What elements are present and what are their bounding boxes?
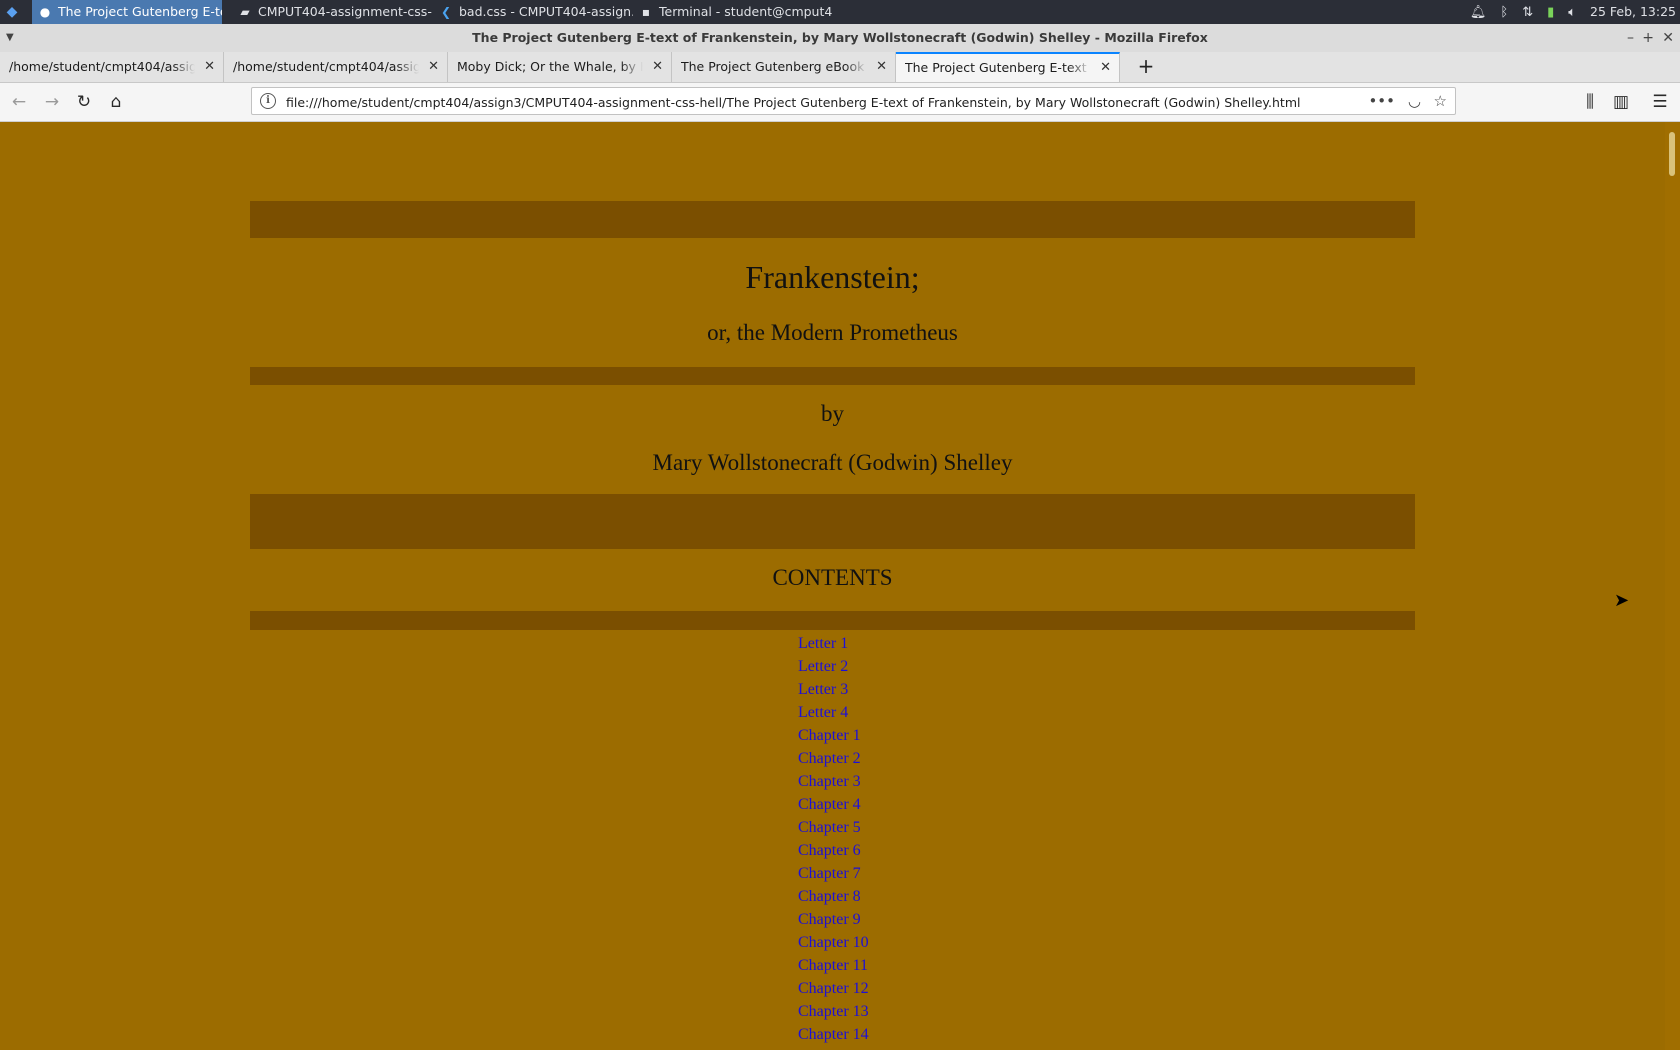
minimize-icon[interactable]: –: [1627, 24, 1634, 52]
toc-link-chapter-6[interactable]: Chapter 6: [798, 842, 861, 859]
bell-icon[interactable]: 🔔︎: [1470, 1, 1487, 25]
toc-item: Chapter 9: [798, 908, 869, 931]
toc-link-chapter-11[interactable]: Chapter 11: [798, 957, 868, 974]
contents-heading: CONTENTS: [772, 565, 893, 590]
toc-link-chapter-7[interactable]: Chapter 7: [798, 865, 861, 882]
pocket-icon[interactable]: ◡: [1408, 90, 1421, 112]
taskbar-item-firefox[interactable]: ●The Project Gutenberg E-text...: [32, 0, 222, 24]
byline: by: [821, 401, 844, 426]
toc-item: Chapter 11: [798, 954, 869, 977]
toc-item: Chapter 6: [798, 839, 869, 862]
toc-item: Letter 4: [798, 701, 869, 724]
url-bar[interactable]: i ••• ◡ ☆: [251, 87, 1456, 115]
toc-item: Chapter 3: [798, 770, 869, 793]
toc-link-chapter-8[interactable]: Chapter 8: [798, 888, 861, 905]
scrollbar-thumb[interactable]: [1669, 132, 1675, 176]
volume-icon[interactable]: 🔈︎: [1568, 1, 1576, 25]
tab-moby-dick[interactable]: Moby Dick; Or the Whale, by Herman ✕: [448, 52, 672, 82]
toc-item: Letter 1: [798, 632, 869, 655]
bluetooth-icon[interactable]: ᛒ: [1500, 1, 1508, 25]
clock[interactable]: 25 Feb, 13:25: [1590, 0, 1676, 24]
toc-link-letter-2[interactable]: Letter 2: [798, 658, 848, 675]
system-tray: 🔔︎ ᛒ ⇅ ▮ 🔈︎ 25 Feb, 13:25: [1460, 0, 1680, 24]
navigation-toolbar: ← → ↻ ⌂ i ••• ◡ ☆ ⫼ ▥ ☰: [0, 83, 1680, 122]
toc-item: Letter 2: [798, 655, 869, 678]
horizontal-rule: [250, 367, 1415, 385]
toc-link-letter-1[interactable]: Letter 1: [798, 635, 848, 652]
new-tab-button[interactable]: +: [1132, 52, 1160, 82]
window-titlebar: ▼ The Project Gutenberg E-text of Franke…: [0, 24, 1680, 52]
reload-button[interactable]: ↻: [72, 90, 96, 114]
tab-frankenstein[interactable]: The Project Gutenberg E-text of F ✕: [896, 52, 1120, 82]
toc-link-chapter-2[interactable]: Chapter 2: [798, 750, 861, 767]
folder-icon: ▰: [240, 5, 250, 19]
toc-link-chapter-1[interactable]: Chapter 1: [798, 727, 861, 744]
vscode-icon: ❮: [440, 5, 452, 19]
taskbar-item-file-manager[interactable]: ▰ CMPUT404-assignment-css-...: [232, 0, 432, 24]
url-input[interactable]: [284, 91, 1328, 113]
app-menu-icon[interactable]: ◆: [4, 4, 20, 20]
toc-item: Chapter 13: [798, 1000, 869, 1023]
toc-link-chapter-3[interactable]: Chapter 3: [798, 773, 861, 790]
toc-link-chapter-4[interactable]: Chapter 4: [798, 796, 861, 813]
toc-item: Chapter 1: [798, 724, 869, 747]
toc-link-chapter-5[interactable]: Chapter 5: [798, 819, 861, 836]
close-tab-icon[interactable]: ✕: [652, 52, 663, 82]
taskbar-item-vscode[interactable]: ❮ bad.css - CMPUT404-assign...: [433, 0, 633, 24]
toc-link-chapter-13[interactable]: Chapter 13: [798, 1003, 869, 1020]
horizontal-rule: [250, 611, 1415, 630]
toc-item: Chapter 14: [798, 1023, 869, 1046]
toc-item: Chapter 4: [798, 793, 869, 816]
taskbar-item-terminal[interactable]: ▪ Terminal - student@cmput40...: [633, 0, 833, 24]
close-tab-icon[interactable]: ✕: [876, 52, 887, 82]
tab-assign3-dir-1[interactable]: /home/student/cmpt404/assign3/ ✕: [0, 52, 224, 82]
terminal-icon: ▪: [641, 5, 651, 19]
firefox-icon: ●: [39, 5, 51, 19]
forward-button[interactable]: →: [40, 90, 64, 114]
close-tab-icon[interactable]: ✕: [428, 52, 439, 82]
book-title: Frankenstein;: [745, 259, 920, 295]
toc-link-chapter-9[interactable]: Chapter 9: [798, 911, 861, 928]
horizontal-rule: [250, 201, 1415, 238]
network-icon[interactable]: ⇅: [1522, 1, 1533, 25]
close-window-icon[interactable]: ✕: [1662, 24, 1674, 52]
toc-link-chapter-10[interactable]: Chapter 10: [798, 934, 869, 951]
battery-icon[interactable]: ▮: [1547, 1, 1554, 25]
page-actions-icon[interactable]: •••: [1368, 90, 1395, 112]
toc-item: Chapter 7: [798, 862, 869, 885]
hamburger-menu-icon[interactable]: ☰: [1648, 90, 1672, 114]
close-tab-icon[interactable]: ✕: [204, 52, 215, 82]
toc-item: Chapter 12: [798, 977, 869, 1000]
table-of-contents: Letter 1 Letter 2 Letter 3 Letter 4 Chap…: [798, 632, 869, 1046]
page-viewport: Frankenstein; or, the Modern Prometheus …: [0, 122, 1665, 1050]
tab-assign3-dir-2[interactable]: /home/student/cmpt404/assign3/ ✕: [224, 52, 448, 82]
close-tab-icon[interactable]: ✕: [1100, 54, 1111, 81]
toc-item: Chapter 5: [798, 816, 869, 839]
tab-gutenberg-ebook[interactable]: The Project Gutenberg eBook of D ✕: [672, 52, 896, 82]
book-author: Mary Wollstonecraft (Godwin) Shelley: [652, 450, 1013, 475]
toc-item: Chapter 2: [798, 747, 869, 770]
book-subtitle: or, the Modern Prometheus: [707, 320, 958, 345]
toc-item: Chapter 10: [798, 931, 869, 954]
page-scrollbar[interactable]: [1665, 122, 1680, 1050]
tab-strip: /home/student/cmpt404/assign3/ ✕ /home/s…: [0, 52, 1680, 83]
sidebar-icon[interactable]: ▥: [1609, 90, 1633, 114]
library-icon[interactable]: ⫼: [1578, 90, 1602, 114]
horizontal-rule: [250, 494, 1415, 549]
toc-item: Letter 3: [798, 678, 869, 701]
site-info-icon[interactable]: i: [260, 93, 276, 109]
toc-link-chapter-12[interactable]: Chapter 12: [798, 980, 869, 997]
toc-link-chapter-14[interactable]: Chapter 14: [798, 1026, 869, 1043]
toc-link-letter-4[interactable]: Letter 4: [798, 704, 848, 721]
window-title: The Project Gutenberg E-text of Frankens…: [472, 30, 1208, 45]
toc-link-letter-3[interactable]: Letter 3: [798, 681, 848, 698]
home-button[interactable]: ⌂: [104, 90, 128, 114]
mouse-pointer-icon: ➤: [1614, 590, 1630, 611]
bookmark-star-icon[interactable]: ☆: [1434, 90, 1447, 112]
toc-item: Chapter 8: [798, 885, 869, 908]
maximize-icon[interactable]: +: [1642, 24, 1654, 52]
back-button[interactable]: ←: [7, 90, 31, 114]
system-taskbar: ◆ ●The Project Gutenberg E-text... ▰CMPU…: [0, 0, 1680, 24]
